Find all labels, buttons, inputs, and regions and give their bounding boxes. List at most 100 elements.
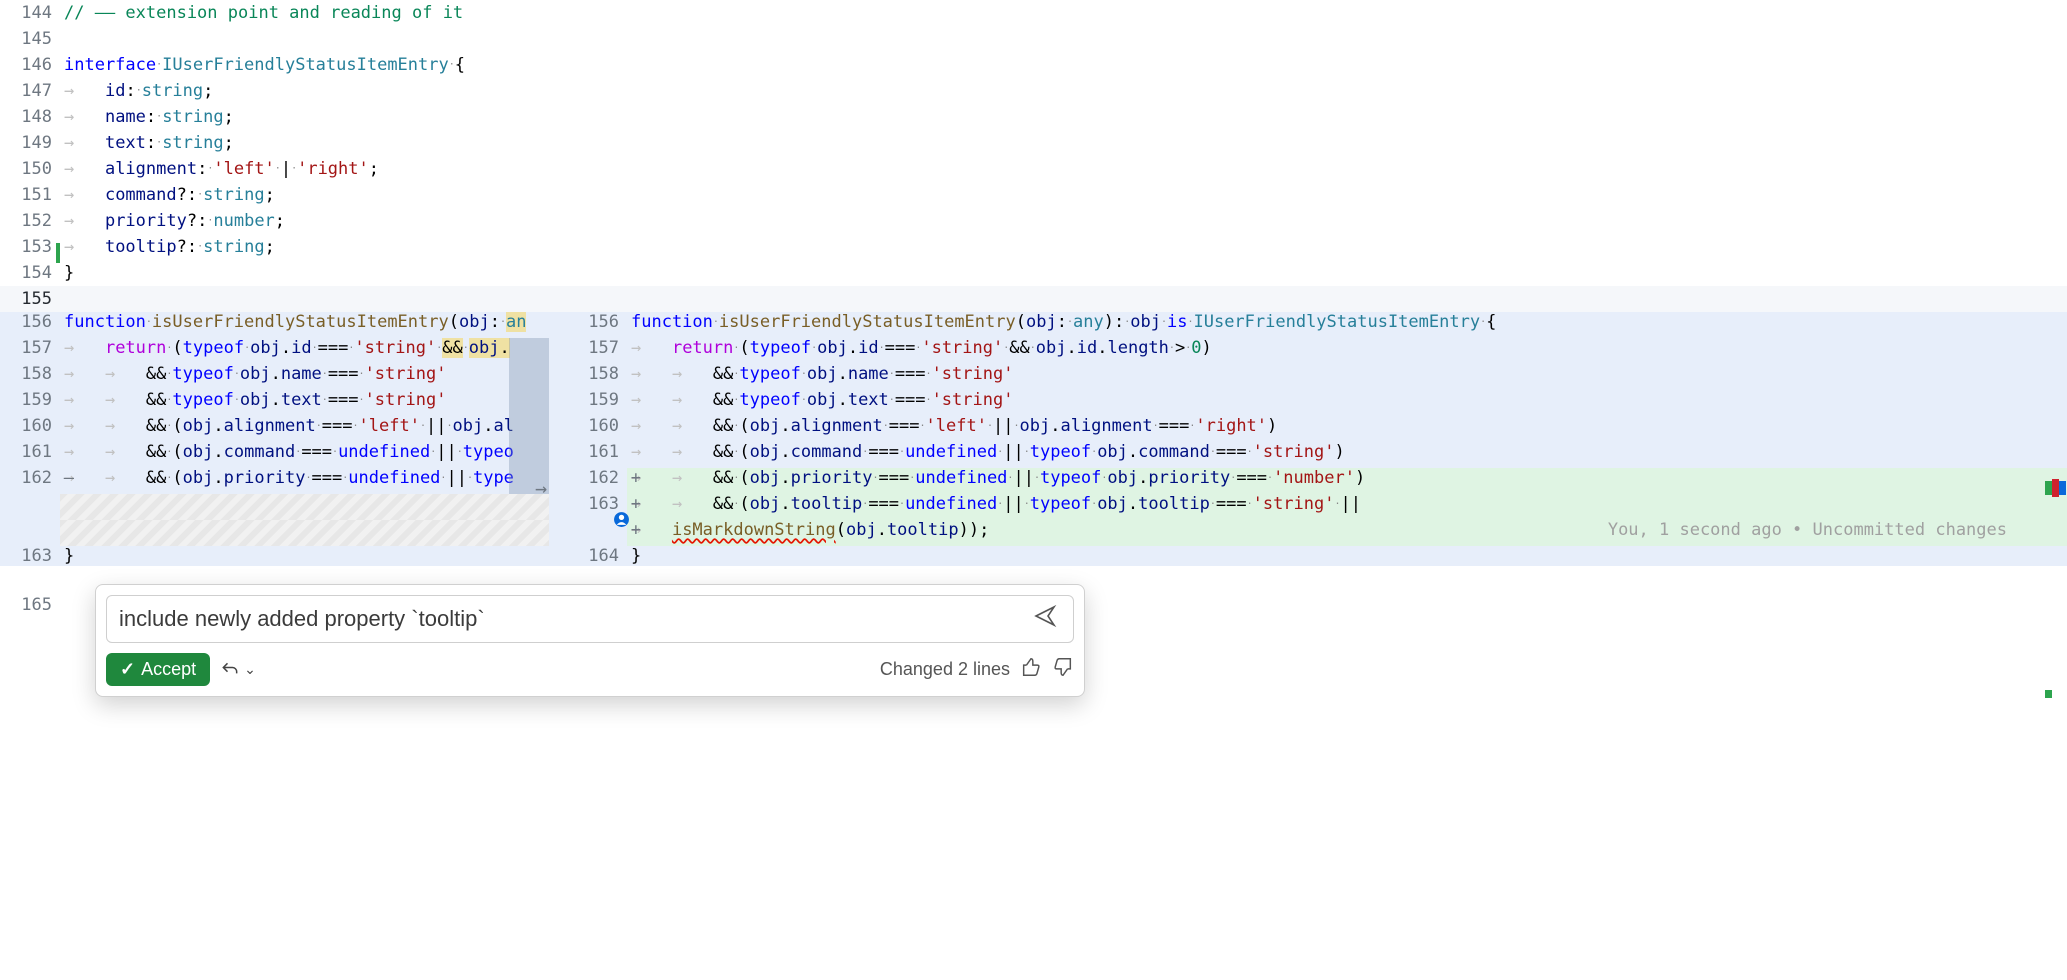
diff-line diff-added[interactable]: 163+ → → &&·(obj.tooltip·===·undefined·|… [549,494,2067,520]
line-number: 157 [549,338,627,364]
diff-line diff-added[interactable]: + → isMarkdownString(obj.tooltip));You, … [549,520,2067,546]
line-number: 163 [0,546,60,566]
line-number: 160 [0,416,60,442]
accept-button[interactable]: Accept [106,653,210,686]
thumbs-down-button[interactable] [1052,656,1074,684]
code-line[interactable]: 153 → tooltip?:·string; [0,234,2067,260]
diff-line[interactable]: 161 → → &&·(obj.command·===·undefined·||… [0,442,549,468]
line-number: 149 [0,130,60,156]
code-editor[interactable]: 144 // —— extension point and reading of… [0,0,2067,312]
prop-alignment: alignment [224,416,316,436]
keyword-interface: interface [64,55,156,75]
code-line[interactable]: 145 [0,26,2067,52]
line-number: 158 [0,364,60,390]
diff-line[interactable]: 163 } 164 } [0,546,2067,566]
check-icon [120,659,135,680]
keyword-typeof: typeof [739,364,800,384]
code-line[interactable]: 149 → text:·string; [0,130,2067,156]
prop-length: length [1107,338,1168,358]
diff-line[interactable]: 159 → → &&·typeof·obj.text·===·'string' [549,390,2067,416]
code-line[interactable]: 144 // —— extension point and reading of… [0,0,2067,26]
prop-command: command [1138,442,1210,462]
var-obj: obj [750,442,781,462]
line-number: 162— [0,468,60,494]
line-number: 154 [0,260,60,286]
optional: ? [177,237,187,257]
brace-open: { [455,55,465,75]
diff-view[interactable]: 156 function·isUserFriendlyStatusItemEnt… [0,312,2067,546]
diff-line[interactable]: 160 → → &&·(obj.alignment·===·'left'·||·… [0,416,549,442]
user-comment-icon[interactable] [613,511,630,528]
prop-text: text [105,133,146,153]
prop-text: text [281,390,322,410]
diff-modified-pane[interactable]: 156 function·isUserFriendlyStatusItemEnt… [549,312,2067,546]
diff-line[interactable]: 159 → → &&·typeof·obj.text·===·'string' [0,390,549,416]
undo-button[interactable]: ⌄ [220,660,256,680]
prop-id: id [291,338,311,358]
op-and: && [442,338,462,358]
diff-line[interactable]: 156 function·isUserFriendlyStatusItemEnt… [549,312,2067,338]
line-number: 160 [549,416,627,442]
line-number: 162+ [549,468,627,494]
op-and: && [713,416,733,436]
prop-name: name [281,364,322,384]
prop-command: command [791,442,863,462]
op-and: && [146,390,166,410]
prop-id: id [858,338,878,358]
prop-priority: priority [1148,468,1230,488]
line-number: 152 [0,208,60,234]
brace-close: } [631,546,641,566]
diff-line diff-removed[interactable]: 162— → → &&·(obj.priority·===·undefined·… [0,468,549,494]
code-line[interactable]: 151 → command?:·string; [0,182,2067,208]
var-obj: obj [183,468,214,488]
keyword-trunc: type [473,468,514,488]
function-name: isUserFriendlyStatusItemEntry [719,312,1016,332]
code-line[interactable]: 148 → name:·string; [0,104,2067,130]
var-obj: obj [1130,312,1161,332]
prop-text: text [848,390,889,410]
diff-line[interactable]: 161 → → &&·(obj.command·===·undefined·||… [549,442,2067,468]
type-name: IUserFriendlyStatusItemEntry [162,55,449,75]
code-line[interactable]: 154 } [0,260,2067,286]
var-obj: obj [1036,338,1067,358]
op-and: && [146,468,166,488]
chat-input-row[interactable]: include newly added property `tooltip` [106,595,1074,643]
op-and: && [713,468,733,488]
prop-alignment: alignment [791,416,883,436]
string-lit: 'string' [1253,442,1335,462]
undefined: undefined [905,494,997,514]
type-string: string [162,133,223,153]
code-line[interactable]: 155 [0,286,2067,312]
diff-line[interactable]: 157 → return·(typeof·obj.id·===·'string'… [0,338,549,364]
code-line[interactable]: 150 → alignment:·'left'·|·'right'; [0,156,2067,182]
code-line[interactable]: 147 → id:·string; [0,78,2067,104]
param-obj: obj [1026,312,1057,332]
diff-original-pane[interactable]: 156 function·isUserFriendlyStatusItemEnt… [0,312,549,546]
code-line[interactable]: 146 interface·IUserFriendlyStatusItemEnt… [0,52,2067,78]
prop-tooltip: tooltip [887,520,959,546]
diff-line[interactable]: 158 → → &&·typeof·obj.name·===·'string' [0,364,549,390]
send-icon[interactable] [1025,602,1065,636]
thumbs-up-button[interactable] [1020,656,1042,684]
inline-chat-panel[interactable]: include newly added property `tooltip` A… [95,584,1085,697]
op-and: && [146,442,166,462]
diff-line[interactable]: 156 function·isUserFriendlyStatusItemEnt… [0,312,549,338]
diff-line diff-added[interactable]: 162+ → → &&·(obj.priority·===·undefined·… [549,468,2067,494]
op-gt: > [1175,338,1185,358]
line-number: 147 [0,78,60,104]
var-obj: obj [183,416,214,436]
chat-input[interactable]: include newly added property `tooltip` [115,604,1025,634]
var-obj: obj [240,364,271,384]
undefined: undefined [905,442,997,462]
var-obj: obj [1097,494,1128,514]
var-obj: obj [750,416,781,436]
diff-line[interactable]: 158 → → &&·typeof·obj.name·===·'string' [549,364,2067,390]
diff-line[interactable]: 157 → return·(typeof·obj.id·===·'string'… [549,338,2067,364]
line-number: 156 [0,312,60,338]
string-lit: 'string' [365,390,447,410]
line-number: 159 [0,390,60,416]
diff-line[interactable]: 160 → → &&·(obj.alignment·===·'left'·||·… [549,416,2067,442]
keyword-typeof: typeof [739,390,800,410]
code-line[interactable]: 152 → priority?:·number; [0,208,2067,234]
type-string: string [203,185,264,205]
